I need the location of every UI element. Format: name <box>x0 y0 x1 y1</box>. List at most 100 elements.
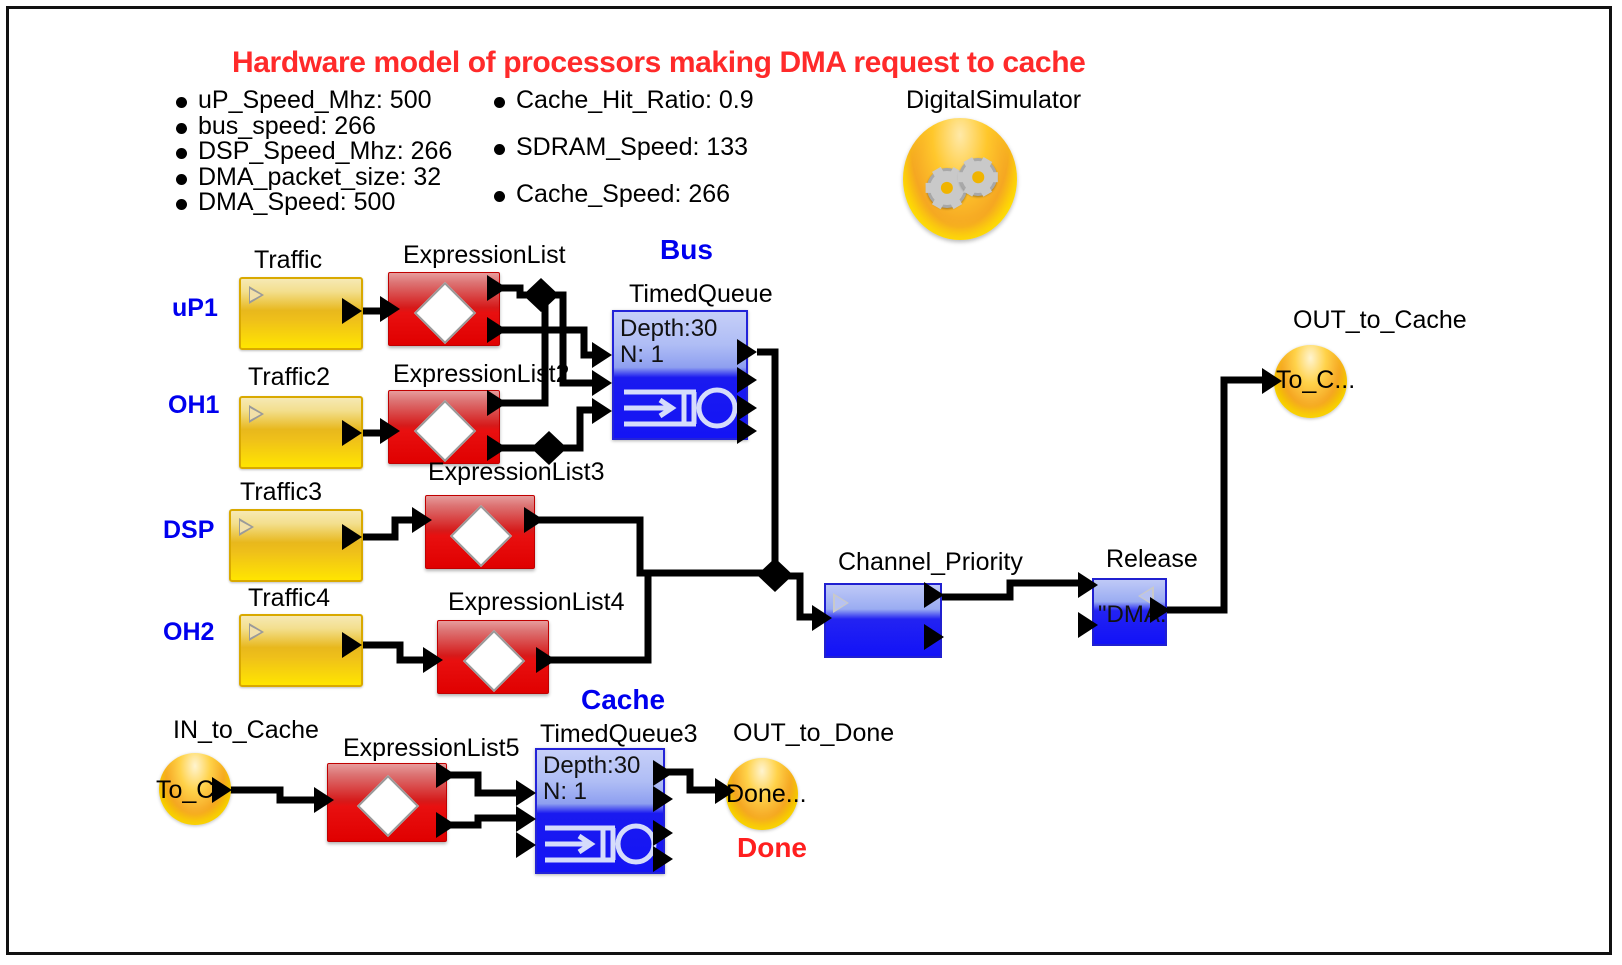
block-title-channel-priority: Channel_Priority <box>838 548 1023 576</box>
diamond-icon <box>413 281 477 345</box>
run-triangle-icon <box>249 286 264 304</box>
parameter-item: DMA_packet_size: 32 <box>172 164 452 191</box>
input-port[interactable] <box>423 647 443 673</box>
input-port[interactable] <box>1078 572 1098 598</box>
output-port[interactable] <box>436 762 456 788</box>
output-port[interactable] <box>342 420 362 446</box>
output-port[interactable] <box>342 524 362 550</box>
source-label-oh2: OH2 <box>163 618 215 646</box>
timed-queue-block-cache[interactable]: Depth:30 N: 1 <box>535 748 665 874</box>
output-port[interactable] <box>924 624 944 650</box>
input-port[interactable] <box>516 832 536 858</box>
output-port[interactable] <box>524 507 544 533</box>
diamond-icon <box>356 774 420 838</box>
parameter-item: SDRAM_Speed: 133 <box>490 135 754 160</box>
block-title-traffic4: Traffic4 <box>248 584 330 612</box>
source-label-up1: uP1 <box>172 294 218 322</box>
diagram-canvas: Hardware model of processors making DMA … <box>0 0 1622 965</box>
input-port[interactable] <box>812 605 832 631</box>
parameter-item: DMA_Speed: 500 <box>172 189 452 216</box>
block-title-expr4: ExpressionList4 <box>448 588 625 616</box>
terminal-title-in-to-cache: IN_to_Cache <box>173 716 319 744</box>
output-port[interactable] <box>653 820 673 846</box>
run-triangle-icon <box>239 518 254 536</box>
expression-list-block-3[interactable] <box>425 495 535 569</box>
block-title-traffic3: Traffic3 <box>240 478 322 506</box>
input-port[interactable] <box>1262 368 1282 394</box>
input-port[interactable] <box>380 418 400 444</box>
queue-depth-text: Depth:30 <box>543 752 641 779</box>
output-port[interactable] <box>653 786 673 812</box>
group-label-cache: Cache <box>581 684 666 715</box>
parameter-item: Cache_Hit_Ratio: 0.9 <box>490 88 754 113</box>
terminal-title-out-to-done: OUT_to_Done <box>733 719 895 747</box>
block-title-cache-queue: TimedQueue3 <box>540 720 698 748</box>
block-title-expr3: ExpressionList3 <box>428 458 605 486</box>
queue-depth-text: Depth:30 <box>620 315 718 342</box>
block-title-traffic2: Traffic2 <box>248 363 330 391</box>
timed-queue-block-bus[interactable]: Depth:30 N: 1 <box>612 310 748 440</box>
block-title-release: Release <box>1106 545 1198 573</box>
output-port[interactable] <box>653 846 673 872</box>
terminal-title-out-to-cache: OUT_to_Cache <box>1293 306 1467 334</box>
digital-simulator-label: DigitalSimulator <box>906 86 1082 114</box>
parameter-item: uP_Speed_Mhz: 500 <box>172 87 452 114</box>
output-port[interactable] <box>737 339 757 365</box>
expression-list-block-2[interactable] <box>388 390 500 464</box>
input-port[interactable] <box>412 507 432 533</box>
diamond-icon <box>462 629 526 693</box>
input-port[interactable] <box>380 296 400 322</box>
block-title-traffic1: Traffic <box>254 246 323 274</box>
input-port[interactable] <box>592 342 612 368</box>
block-title-expr5: ExpressionList5 <box>343 734 520 762</box>
expression-list-block-4[interactable] <box>437 620 549 694</box>
digital-simulator-node[interactable] <box>903 118 1017 240</box>
run-triangle-icon <box>249 623 264 641</box>
output-port[interactable] <box>653 760 673 786</box>
input-port[interactable] <box>592 370 612 396</box>
input-port[interactable] <box>592 398 612 424</box>
input-port[interactable] <box>516 780 536 806</box>
block-title-expr2: ExpressionList2 <box>393 360 570 388</box>
diamond-icon <box>413 399 477 463</box>
terminal-text-out-to-done: Done... <box>726 780 807 808</box>
input-port[interactable] <box>516 806 536 832</box>
parameter-item: bus_speed: 266 <box>172 113 452 140</box>
output-port[interactable] <box>737 367 757 393</box>
parameter-list-left: uP_Speed_Mhz: 500 bus_speed: 266 DSP_Spe… <box>172 87 452 216</box>
page-title: Hardware model of processors making DMA … <box>232 46 1086 79</box>
run-triangle-icon <box>249 405 264 423</box>
output-port[interactable] <box>342 298 362 324</box>
output-port[interactable] <box>924 582 944 608</box>
parameter-item: Cache_Speed: 266 <box>490 182 754 207</box>
output-port[interactable] <box>487 317 507 343</box>
group-label-bus: Bus <box>660 234 713 265</box>
input-port[interactable] <box>715 778 735 804</box>
diamond-icon <box>449 504 513 568</box>
expression-list-block-5[interactable] <box>327 763 447 842</box>
queue-n-text: N: 1 <box>543 778 588 805</box>
block-title-bus-queue: TimedQueue <box>629 280 773 308</box>
terminal-text-out-to-cache: To_C... <box>1276 366 1356 394</box>
output-port[interactable] <box>737 418 757 444</box>
output-port[interactable] <box>487 275 507 301</box>
source-label-oh1: OH1 <box>168 391 220 419</box>
parameter-item: DSP_Speed_Mhz: 266 <box>172 138 452 165</box>
parameter-list-right: Cache_Hit_Ratio: 0.9 SDRAM_Speed: 133 Ca… <box>490 88 754 229</box>
output-port[interactable] <box>212 777 232 803</box>
run-triangle-icon <box>833 593 849 613</box>
queue-icon <box>624 387 738 429</box>
expression-list-block-1[interactable] <box>388 272 500 346</box>
output-port[interactable] <box>342 632 362 658</box>
gear-icon <box>957 157 999 197</box>
output-port[interactable] <box>436 812 456 838</box>
output-port[interactable] <box>536 647 556 673</box>
input-port[interactable] <box>1078 612 1098 638</box>
block-title-expr1: ExpressionList <box>403 241 566 269</box>
queue-icon <box>545 823 657 865</box>
input-port[interactable] <box>314 787 334 813</box>
output-port[interactable] <box>1150 597 1170 623</box>
output-port[interactable] <box>487 390 507 416</box>
source-label-dsp: DSP <box>163 516 215 544</box>
queue-n-text: N: 1 <box>620 341 665 368</box>
